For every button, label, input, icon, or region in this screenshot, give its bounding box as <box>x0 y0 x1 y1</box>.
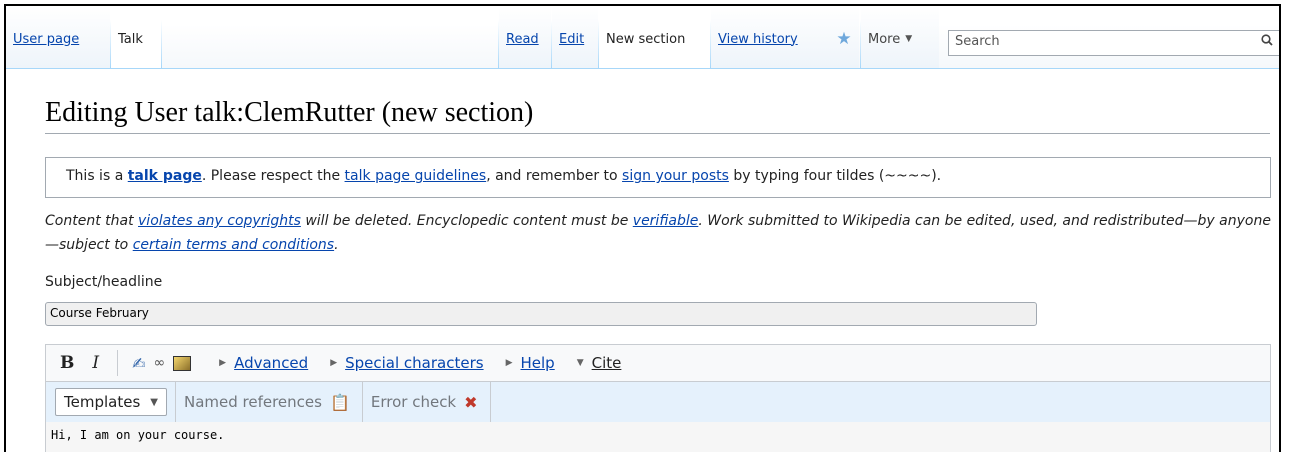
notice-text: . Please respect the <box>201 168 345 184</box>
special-characters-label[interactable]: Special characters <box>345 354 483 372</box>
tab-new-section[interactable]: New section <box>599 6 710 68</box>
tab-edit[interactable]: Edit <box>552 6 598 68</box>
image-icon[interactable] <box>173 355 192 371</box>
error-check-label: Error check <box>370 393 457 411</box>
toolbar-separator <box>117 350 119 376</box>
subject-label: Subject/headline <box>45 274 163 290</box>
toolbar-separator <box>174 382 176 422</box>
terms-link[interactable]: certain terms and conditions <box>133 237 334 253</box>
italic-button[interactable]: I <box>92 353 99 373</box>
triangle-right-icon: ▶ <box>505 358 513 368</box>
talk-page-notice: This is a talk page. Please respect the … <box>45 157 1271 198</box>
tab-view-history-label[interactable]: View history <box>718 32 798 47</box>
triangle-down-icon: ▼ <box>576 358 584 368</box>
tab-user-page[interactable]: User page <box>6 6 110 68</box>
help-menu[interactable]: ▶ Help <box>506 354 555 372</box>
watch-star-button[interactable]: ★ <box>829 6 859 68</box>
tab-view-history[interactable]: View history <box>711 6 829 68</box>
guidelines-link[interactable]: talk page guidelines <box>345 168 487 184</box>
cite-menu[interactable]: ▼ Cite <box>577 354 622 372</box>
templates-label: Templates <box>64 393 141 411</box>
copyright-warning: Content that violates any copyrights wil… <box>45 209 1275 257</box>
tab-talk[interactable]: Talk <box>111 6 161 68</box>
tab-new-section-label[interactable]: New section <box>606 32 685 47</box>
more-menu-label[interactable]: More <box>868 32 900 47</box>
talk-page-link[interactable]: talk page <box>128 168 202 184</box>
triangle-right-icon: ▶ <box>330 358 338 368</box>
tab-edit-label[interactable]: Edit <box>559 32 584 47</box>
named-references-button[interactable]: Named references 📋 <box>184 393 350 412</box>
tab-user-page-label[interactable]: User page <box>13 32 79 47</box>
toolbar-separator <box>489 382 491 422</box>
tab-read-label[interactable]: Read <box>506 32 539 47</box>
search-placeholder: Search <box>955 34 1000 49</box>
browser-frame: User page Talk Read Edit New section Vie… <box>4 4 1281 452</box>
tab-read[interactable]: Read <box>499 6 551 68</box>
advanced-menu[interactable]: ▶ Advanced <box>219 354 308 372</box>
tab-bar: User page Talk Read Edit New section Vie… <box>6 6 1279 69</box>
clipboard-icon: 📋 <box>329 392 350 412</box>
search-icon[interactable] <box>1261 34 1273 50</box>
named-references-label: Named references <box>183 393 322 411</box>
search-input[interactable]: Search <box>948 30 1279 56</box>
notice-text: by typing four tildes (~~~~). <box>728 168 942 184</box>
chevron-down-icon: ▼ <box>905 34 913 44</box>
page-title: Editing User talk:ClemRutter (new sectio… <box>45 97 1270 134</box>
more-menu[interactable]: More ▼ <box>861 6 939 68</box>
cite-label[interactable]: Cite <box>592 354 622 372</box>
signature-icon[interactable]: ✍ <box>132 354 145 373</box>
notice-text: This is a <box>66 168 128 184</box>
help-label[interactable]: Help <box>521 354 555 372</box>
triangle-right-icon: ▶ <box>219 358 227 368</box>
tab-talk-label[interactable]: Talk <box>118 32 143 47</box>
star-icon: ★ <box>836 29 852 49</box>
error-check-button[interactable]: Error check ✖ <box>371 393 478 412</box>
templates-dropdown[interactable]: Templates ▼ <box>55 388 167 416</box>
notice-text: , and remember to <box>486 168 623 184</box>
copyright-text: . <box>334 237 339 253</box>
chevron-down-icon: ▼ <box>150 396 158 408</box>
toolbar-separator <box>361 382 363 422</box>
subject-input[interactable]: Course February <box>45 302 1037 326</box>
bold-button[interactable]: B <box>60 353 74 373</box>
copyrights-link[interactable]: violates any copyrights <box>138 213 301 229</box>
copyright-text: Content that <box>45 213 139 229</box>
error-clipboard-icon: ✖ <box>464 392 478 412</box>
toolbar-main-row: B I ✍ ∞ ▶ Advanced ▶ Special characters ▶ H… <box>46 345 1270 381</box>
toolbar-cite-row: Templates ▼ Named references 📋 Error che… <box>46 381 1270 423</box>
edit-textarea[interactable]: Hi, I am on your course. <box>46 422 1270 452</box>
copyright-text: will be deleted. Encyclopedic content mu… <box>300 213 633 229</box>
special-characters-menu[interactable]: ▶ Special characters <box>330 354 483 372</box>
verifiable-link[interactable]: verifiable <box>633 213 699 229</box>
link-icon[interactable]: ∞ <box>154 355 166 371</box>
sign-posts-link[interactable]: sign your posts <box>622 168 729 184</box>
advanced-label[interactable]: Advanced <box>234 354 308 372</box>
tab-separator <box>161 20 162 68</box>
edit-toolbar: B I ✍ ∞ ▶ Advanced ▶ Special characters ▶ H… <box>45 344 1271 452</box>
